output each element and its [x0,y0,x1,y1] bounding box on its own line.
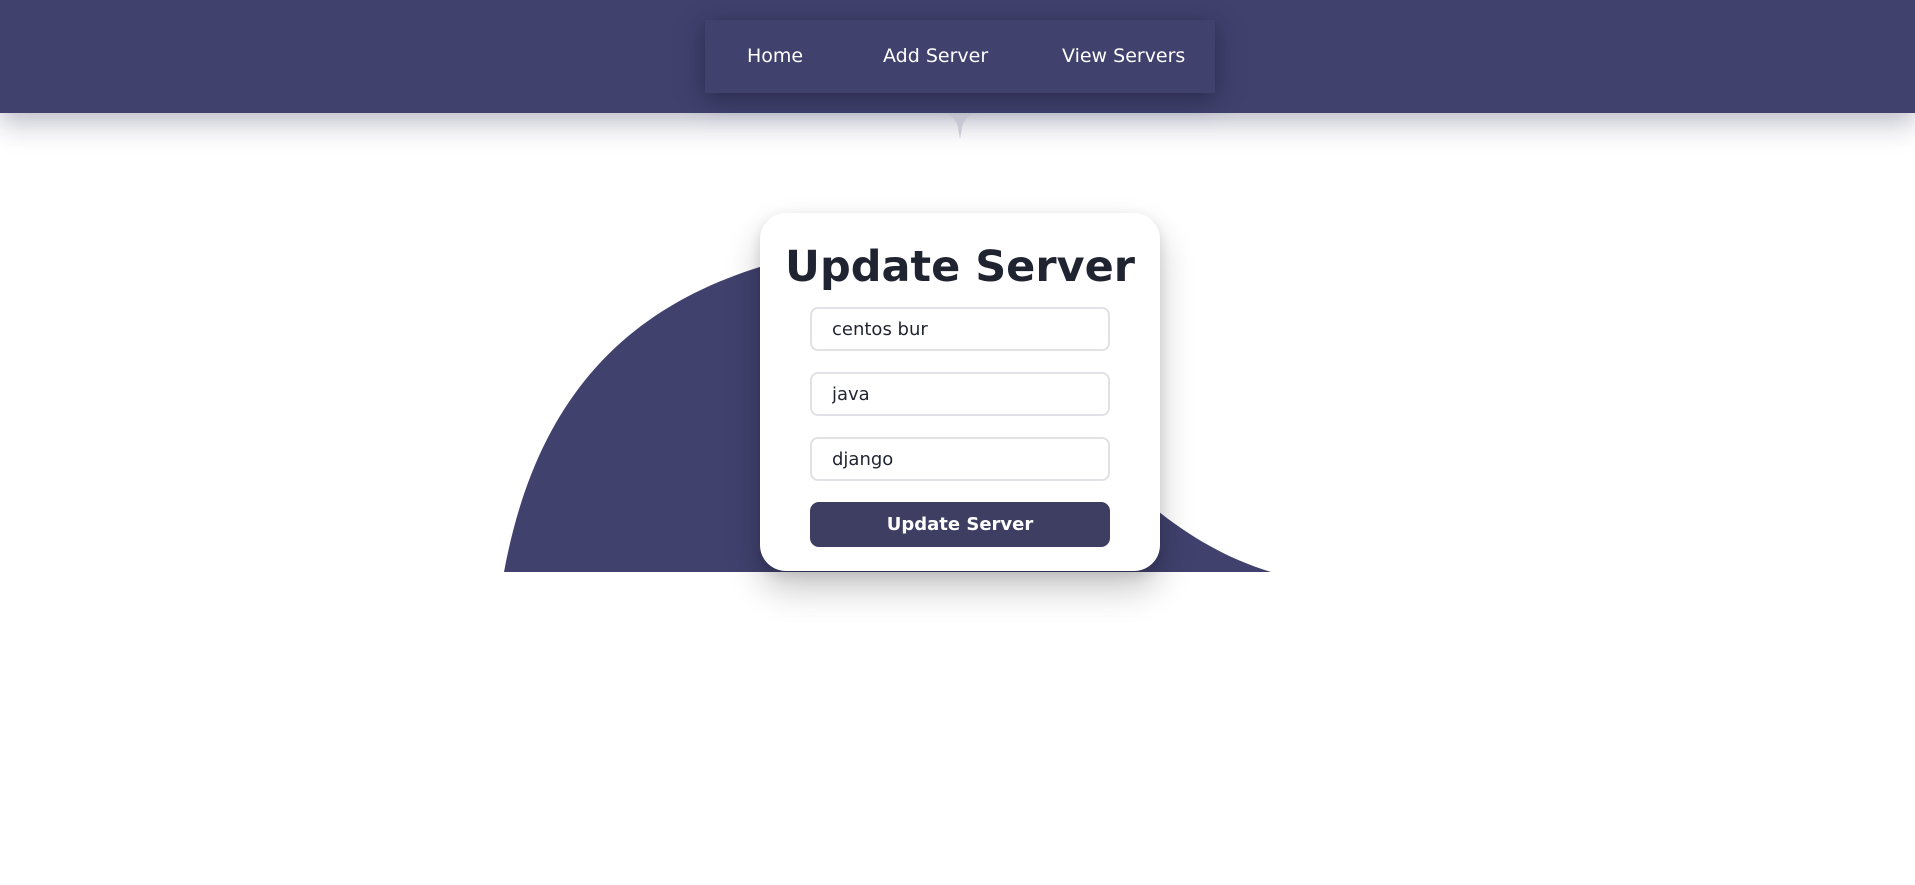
server-name-input[interactable] [810,307,1110,351]
nav-link-view-servers[interactable]: View Servers [1062,20,1185,93]
update-server-card: Update Server Update Server [760,213,1160,571]
server-framework-input[interactable] [810,437,1110,481]
form-title: Update Server [785,242,1135,292]
nav-notch-decoration [940,113,980,139]
nav-menu: Home Add Server View Servers [705,20,1215,93]
update-server-button[interactable]: Update Server [810,502,1110,547]
page: Home Add Server View Servers Update Serv… [0,0,1915,885]
server-language-input[interactable] [810,372,1110,416]
nav-link-add-server[interactable]: Add Server [883,20,988,93]
nav-link-home[interactable]: Home [747,20,803,93]
